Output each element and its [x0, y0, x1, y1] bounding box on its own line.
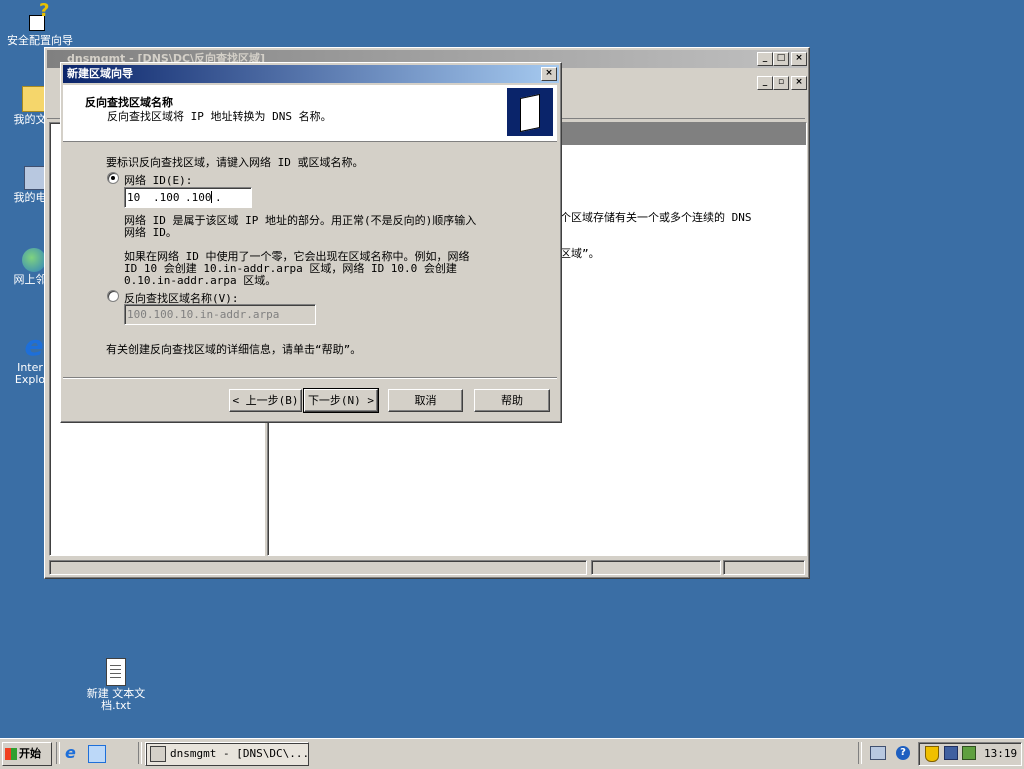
- minimize-button[interactable]: _: [757, 52, 773, 66]
- cancel-button[interactable]: 取消: [388, 389, 463, 412]
- desktop-icon-label: Explo: [14, 373, 46, 386]
- tray-separator: [858, 742, 862, 764]
- status-segment-3: [723, 560, 805, 575]
- zone-name-value: 100.100.10.in-addr.arpa: [127, 308, 280, 321]
- text-file-icon: [106, 658, 126, 686]
- help-button[interactable]: 帮助: [474, 389, 550, 412]
- new-zone-wizard-dialog: 新建区域向导 × 反向查找区域名称 反向查找区域将 IP 地址转换为 DNS 名…: [60, 62, 562, 423]
- desktop-icon-new-text-document[interactable]: 新建 文本文 档.txt: [76, 658, 156, 712]
- wizard-header: 反向查找区域名称 反向查找区域将 IP 地址转换为 DNS 名称。: [63, 85, 557, 142]
- windows-logo-icon: [5, 748, 17, 760]
- globe-icon: [22, 248, 46, 272]
- quick-launch-separator: [56, 742, 60, 764]
- wizard-header-subtitle: 反向查找区域将 IP 地址转换为 DNS 名称。: [107, 110, 332, 123]
- network-id-octet-3[interactable]: .100: [185, 191, 212, 204]
- mmc-icon: [150, 746, 166, 762]
- mdi-minimize-button[interactable]: _: [757, 76, 773, 90]
- text-cursor: [211, 191, 212, 203]
- wizard-close-button[interactable]: ×: [541, 67, 557, 81]
- wizard-titlebar: 新建区域向导: [63, 65, 559, 83]
- desktop-icon-label: 网上邻: [13, 273, 47, 286]
- wizard-help-hint: 有关创建反向查找区域的详细信息，请单击“帮助”。: [106, 343, 362, 356]
- network-connection-icon[interactable]: [870, 746, 886, 760]
- maximize-button[interactable]: □: [773, 52, 789, 66]
- wizard-title: 新建区域向导: [67, 67, 133, 80]
- security-shield-icon[interactable]: [925, 746, 939, 762]
- quicklaunch-explorer-icon[interactable]: [88, 745, 106, 763]
- status-bar: [47, 559, 805, 576]
- network-id-help-2: 网络 ID。: [124, 226, 177, 239]
- network-id-octet-2[interactable]: .100: [153, 191, 180, 204]
- network-id-octet-4[interactable]: .: [215, 191, 222, 204]
- security-config-wizard-icon: ?: [27, 2, 53, 33]
- details-text-1: 个区域存储有关一个或多个连续的 DNS: [560, 211, 752, 224]
- desktop-icon-label: 档.txt: [101, 699, 131, 712]
- desktop-icon-security-config-wizard[interactable]: ? 安全配置向导: [0, 2, 80, 47]
- zone-name-radio[interactable]: [107, 290, 119, 302]
- desktop-icon-label: 我的电: [13, 191, 47, 204]
- next-button[interactable]: 下一步(N) >: [303, 388, 379, 413]
- button-separator: [63, 377, 557, 379]
- network-id-radio[interactable]: [107, 172, 119, 184]
- back-button[interactable]: < 上一步(B): [229, 389, 302, 412]
- taskbar-task-label: dnsmgmt - [DNS\DC\...: [170, 747, 309, 760]
- close-button[interactable]: ×: [791, 52, 807, 66]
- clock: 13:19: [984, 747, 1018, 760]
- quick-launch-separator: [138, 742, 142, 764]
- server-tray-icon[interactable]: [962, 746, 976, 760]
- quicklaunch-ie-icon[interactable]: e: [65, 745, 81, 761]
- zero-note-3: 0.10.in-addr.arpa 区域。: [124, 274, 277, 287]
- server-icon: [507, 88, 553, 136]
- start-button[interactable]: 开始: [2, 742, 52, 766]
- network-tray-icon[interactable]: [944, 746, 958, 760]
- details-text-2: 区域”。: [560, 247, 600, 260]
- zone-name-input: 100.100.10.in-addr.arpa: [124, 304, 316, 325]
- network-id-octet-1[interactable]: 10: [127, 191, 140, 204]
- mdi-close-button[interactable]: ×: [791, 76, 807, 90]
- status-segment-1: [49, 560, 587, 575]
- desktop-icon-label: 安全配置向导: [7, 34, 73, 47]
- help-icon[interactable]: ?: [896, 746, 910, 760]
- status-segment-2: [591, 560, 721, 575]
- network-id-input[interactable]: 10 .100 .100 .: [124, 187, 252, 208]
- start-label: 开始: [19, 747, 41, 760]
- desktop-icon-label: 我的文: [13, 113, 47, 126]
- wizard-instruction: 要标识反向查找区域，请键入网络 ID 或区域名称。: [106, 156, 364, 169]
- mdi-restore-button[interactable]: ▫: [773, 76, 789, 90]
- taskbar-task-dnsmgmt[interactable]: dnsmgmt - [DNS\DC\...: [145, 742, 309, 766]
- network-id-label[interactable]: 网络 ID(E):: [124, 172, 192, 188]
